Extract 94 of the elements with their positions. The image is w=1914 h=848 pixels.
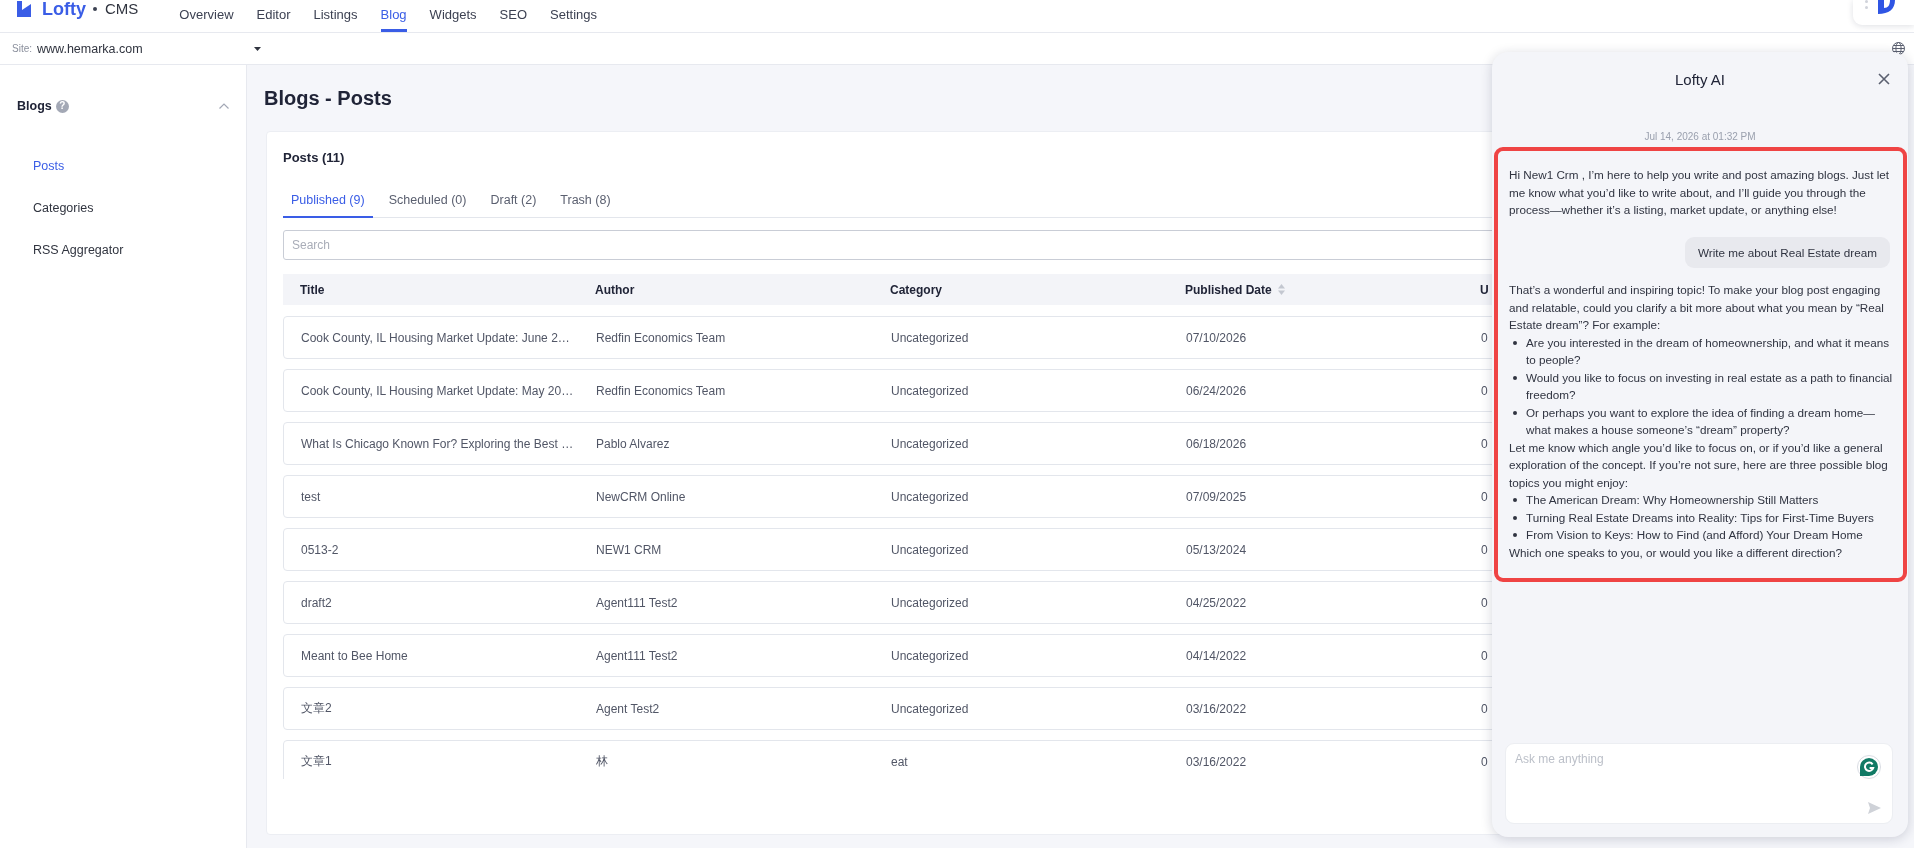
table-cell: Uncategorized (891, 701, 969, 716)
table-cell: 0513-2 (301, 542, 339, 557)
bullet-icon (1513, 498, 1517, 502)
table-cell: Redfin Economics Team (596, 330, 726, 345)
panel-title: Lofty AI (1674, 70, 1725, 88)
column-header: Published Date (1185, 282, 1272, 297)
table-cell: Meant to Bee Home (301, 648, 408, 663)
table-cell: 07/10/2026 (1186, 330, 1247, 345)
globe-icon[interactable] (1892, 42, 1905, 55)
table-cell: NEW1 CRM (596, 542, 662, 557)
table-cell: Uncategorized (891, 383, 969, 398)
table-cell: 林 (596, 753, 608, 770)
column-header: U (1480, 282, 1489, 297)
table-cell: Uncategorized (891, 648, 969, 663)
status-tab[interactable]: Scheduled (0) (380, 183, 475, 218)
table-cell: NewCRM Online (596, 489, 686, 504)
nav-tab[interactable]: Widgets (429, 0, 477, 32)
drag-handle-icon (1865, 0, 1868, 10)
table-cell: Uncategorized (891, 489, 969, 504)
table-cell: 04/14/2022 (1186, 648, 1247, 663)
table-cell: Uncategorized (891, 542, 969, 557)
status-tab[interactable]: Draft (2) (482, 183, 545, 218)
message-paragraph: Hi New1 Crm , I’m here to help you write and post amazing blogs. Just let me know what you’d like to write about, and I’ll guide you through the process—whether it’s a listing, market update, or anything else! (1509, 167, 1890, 218)
table-cell: draft2 (301, 595, 332, 610)
section-title: Blogs (17, 99, 52, 113)
table-cell: Cook County, IL Housing Market Update: June 2… (301, 330, 570, 345)
page-title: Blogs - Posts (264, 86, 392, 110)
sidebar-item[interactable]: RSS Aggregator (0, 229, 246, 271)
sidebar-item[interactable]: Posts (0, 145, 246, 187)
bullet-icon (1513, 515, 1517, 520)
table-cell: Agent111 Test2 (596, 648, 678, 663)
table-cell: 0 (1481, 542, 1488, 557)
sidebar-item[interactable]: Categories (0, 187, 246, 229)
nav-tab[interactable]: Editor (256, 0, 291, 32)
table-cell: 0 (1481, 436, 1488, 451)
table-cell: Cook County, IL Housing Market Update: May 20… (301, 383, 574, 398)
table-cell: eat (891, 754, 908, 769)
product-name: CMS (105, 0, 139, 18)
site-dropdown[interactable]: www.hemarka.com (37, 41, 261, 56)
message-timestamp: Jul 14, 2026 at 01:32 PM (1644, 131, 1756, 143)
column-header: Category (890, 282, 942, 297)
table-cell: Uncategorized (891, 595, 969, 610)
table-cell: Uncategorized (891, 436, 969, 451)
status-tab[interactable]: Published (9) (283, 183, 373, 218)
close-button[interactable] (1878, 73, 1890, 85)
help-icon: ? (55, 99, 69, 113)
site-label: Site: (12, 43, 32, 54)
caret-down-icon (254, 46, 261, 51)
bullet-icon (1513, 533, 1517, 537)
table-cell: Redfin Economics Team (596, 383, 726, 398)
floating-widget[interactable] (1853, 0, 1914, 25)
table-cell: 05/13/2024 (1186, 542, 1247, 557)
table-cell: What Is Chicago Known For? Exploring the Best … (301, 436, 574, 451)
table-cell: 07/09/2025 (1186, 489, 1247, 504)
nav-tab[interactable]: SEO (499, 0, 528, 32)
table-cell: 03/16/2022 (1186, 754, 1247, 769)
column-header: Title (300, 282, 325, 297)
column-header: Author (595, 282, 635, 297)
table-cell: 0 (1481, 754, 1488, 769)
bullet-icon (1513, 410, 1517, 415)
brand-name: Lofty (42, 0, 86, 18)
logo-icon (1878, 0, 1895, 14)
table-cell: 06/18/2026 (1186, 436, 1247, 451)
bullet-icon (1513, 375, 1517, 380)
nav-tab[interactable]: Settings (550, 0, 598, 32)
list-item-text: From Vision to Keys: How to Find (and Afford) Your Dream Home (1526, 527, 1863, 543)
table-cell: 0 (1481, 383, 1488, 398)
table-cell: test (301, 489, 321, 504)
table-cell: 0 (1481, 648, 1488, 663)
separator-dot-icon (93, 7, 97, 11)
status-tab[interactable]: Trash (8) (552, 183, 619, 218)
table-cell: Agent Test2 (596, 701, 660, 716)
nav-tab[interactable]: Listings (313, 0, 358, 32)
card-title: Posts (11) (283, 149, 345, 167)
table-cell: 04/25/2022 (1186, 595, 1247, 610)
bullet-icon (1513, 340, 1517, 345)
table-cell: Uncategorized (891, 330, 969, 345)
table-cell: 03/16/2022 (1186, 701, 1247, 716)
nav-tab[interactable]: Overview (179, 0, 234, 32)
close-icon (1878, 73, 1890, 85)
ring-badge-icon (1857, 755, 1881, 779)
table-cell: 文章2 (301, 700, 332, 717)
message-paragraph: Which one speaks to you, or would you like a different direction? (1509, 544, 1844, 561)
table-cell: Pablo Alvarez (596, 436, 670, 451)
send-icon (1868, 802, 1881, 814)
table-cell: 文章1 (301, 753, 332, 770)
table-cell: 06/24/2026 (1186, 383, 1247, 398)
table-cell: 0 (1481, 701, 1488, 716)
list-item-text: The American Dream: Why Homeownership Still Matters (1526, 492, 1819, 508)
table-cell: 0 (1481, 489, 1488, 504)
user-message-bubble: Write me about Real Estate dream (1684, 236, 1890, 268)
table-cell: Agent111 Test2 (596, 595, 678, 610)
table-cell: 0 (1481, 595, 1488, 610)
table-cell: 0 (1481, 330, 1488, 345)
